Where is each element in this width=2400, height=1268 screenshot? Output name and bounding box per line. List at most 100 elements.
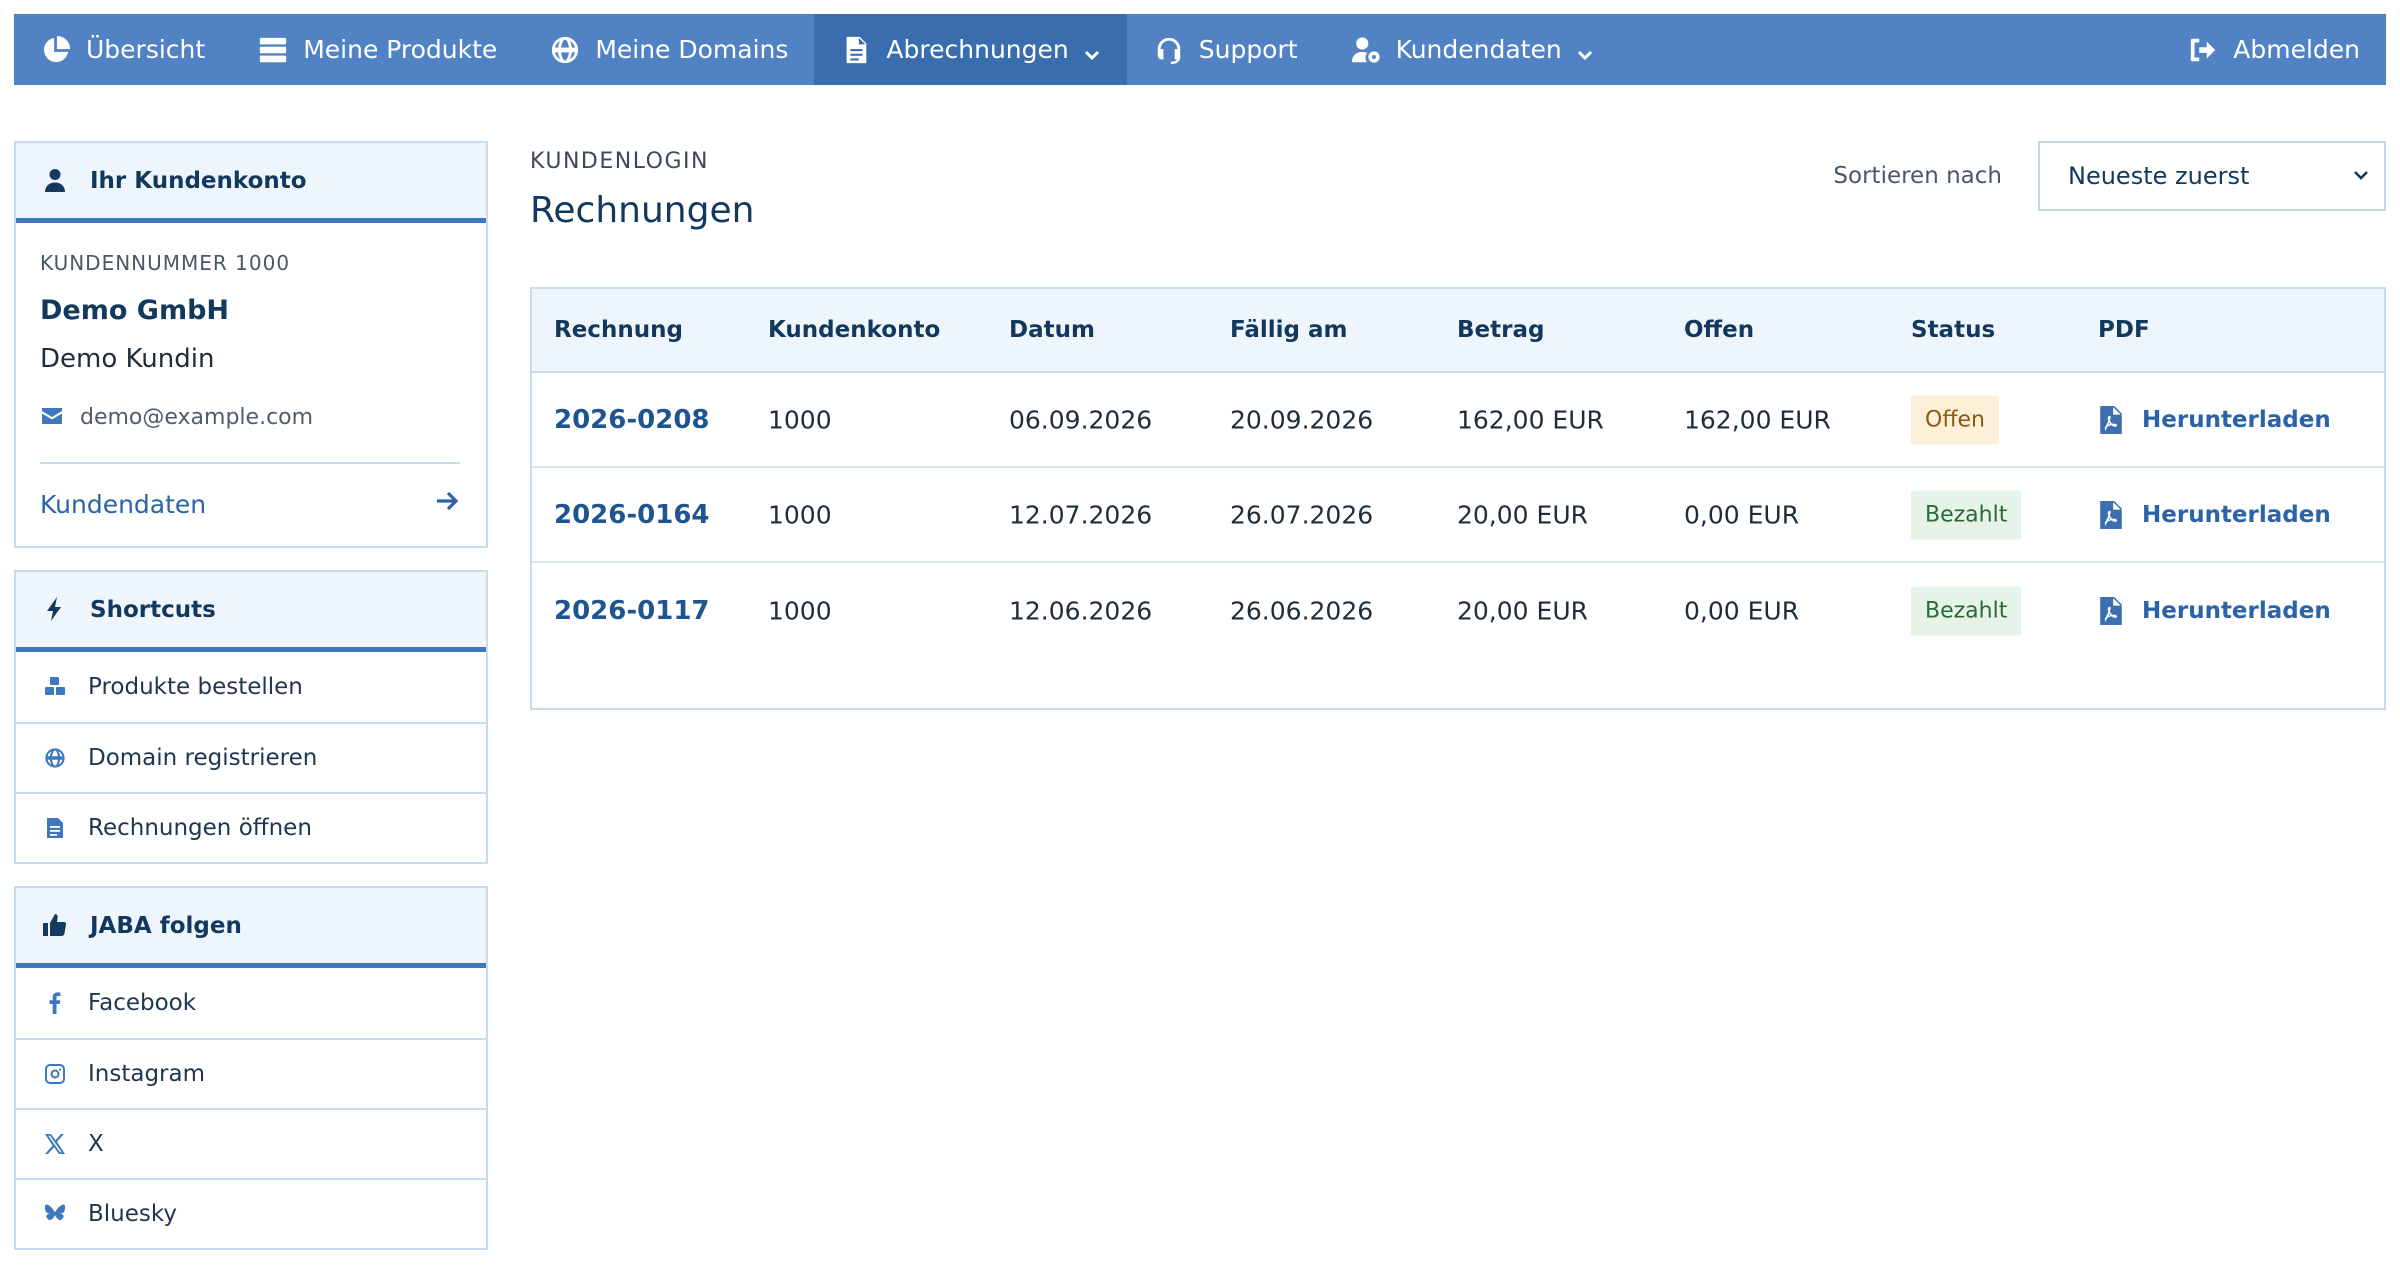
nav-label: Übersicht [86, 35, 206, 64]
header-datum: Datum [1009, 317, 1095, 343]
date-cell: 12.07.2026 [1009, 500, 1153, 529]
sidebar: Ihr Kundenkonto KUNDENNUMMER 1000 Demo G… [14, 141, 488, 1268]
follow-instagram[interactable]: Instagram [16, 1038, 486, 1108]
document-icon [840, 34, 872, 66]
account-card-body: KUNDENNUMMER 1000 Demo GmbH Demo Kundin … [16, 223, 486, 546]
header-offen: Offen [1684, 317, 1755, 343]
nav-label: Support [1198, 35, 1298, 64]
pdf-download-link[interactable]: Herunterladen [2098, 405, 2331, 434]
header-rechnung: Rechnung [554, 317, 683, 343]
pdf-download-link[interactable]: Herunterladen [2098, 596, 2331, 625]
follow-card-header: JABA folgen [16, 888, 486, 968]
due-date-cell: 20.09.2026 [1230, 405, 1374, 434]
invoice-number-link[interactable]: 2026-0208 [554, 405, 710, 435]
shortcut-label: Rechnungen öffnen [88, 815, 312, 841]
user-gear-icon [1350, 34, 1382, 66]
open-amount-cell: 0,00 EUR [1684, 500, 1800, 529]
invoice-number-link[interactable]: 2026-0164 [554, 500, 710, 530]
nav-label: Abrechnungen [886, 35, 1069, 64]
thumbs-up-icon [42, 912, 70, 940]
pie-chart-icon [40, 34, 72, 66]
sign-out-icon [2187, 34, 2219, 66]
shortcut-domain-registrieren[interactable]: Domain registrieren [16, 722, 486, 792]
account-cell: 1000 [768, 596, 832, 625]
nav-item-kundendaten[interactable]: Kundendaten [1324, 14, 1620, 85]
shortcuts-card-header: Shortcuts [16, 572, 486, 652]
sort-selected-value: Neueste zuerst [2068, 162, 2250, 190]
pdf-download-label: Herunterladen [2142, 406, 2331, 433]
pdf-download-link[interactable]: Herunterladen [2098, 500, 2331, 529]
sort-select[interactable]: Neueste zuerst [2038, 141, 2386, 211]
account-cell: 1000 [768, 500, 832, 529]
shortcut-produkte-bestellen[interactable]: Produkte bestellen [16, 652, 486, 722]
table-footer-space [532, 658, 2384, 708]
follow-card-title: JABA folgen [90, 912, 242, 939]
x-logo-icon [42, 1131, 68, 1157]
chevron-down-icon [2352, 162, 2370, 190]
sort-label: Sortieren nach [1833, 163, 2002, 189]
invoice-number-link[interactable]: 2026-0117 [554, 596, 710, 626]
file-pdf-icon [2100, 405, 2122, 434]
nav-label: Meine Produkte [303, 35, 498, 64]
open-amount-cell: 162,00 EUR [1684, 405, 1831, 434]
account-card: Ihr Kundenkonto KUNDENNUMMER 1000 Demo G… [14, 141, 488, 548]
invoice-table: Rechnung Kundenkonto Datum Fällig am Bet… [530, 287, 2386, 710]
status-badge: Bezahlt [1911, 490, 2022, 539]
table-row: 2026-0164 1000 12.07.2026 26.07.2026 20,… [532, 468, 2384, 563]
follow-card: JABA folgen Facebook Instagram X Bluesky [14, 886, 488, 1250]
shortcut-label: Domain registrieren [88, 745, 318, 771]
arrow-right-icon [434, 488, 460, 520]
logout-button[interactable]: Abmelden [2161, 14, 2386, 85]
butterfly-icon [42, 1201, 68, 1227]
globe-icon [42, 745, 68, 771]
shortcut-rechnungen-oeffnen[interactable]: Rechnungen öffnen [16, 792, 486, 862]
follow-x[interactable]: X [16, 1108, 486, 1178]
nav-item-meine-domains[interactable]: Meine Domains [523, 14, 814, 85]
table-header: Rechnung Kundenkonto Datum Fällig am Bet… [532, 289, 2384, 373]
header-faellig-am: Fällig am [1230, 317, 1348, 343]
file-pdf-icon [2100, 596, 2122, 625]
instagram-icon [42, 1061, 68, 1087]
due-date-cell: 26.07.2026 [1230, 500, 1374, 529]
due-date-cell: 26.06.2026 [1230, 596, 1374, 625]
customer-number: KUNDENNUMMER 1000 [40, 251, 291, 275]
kundendaten-link[interactable]: Kundendaten [40, 488, 460, 520]
shortcuts-card: Shortcuts Produkte bestellen Domain regi… [14, 570, 488, 864]
company-name: Demo GmbH [40, 295, 230, 326]
sort-control: Sortieren nach Neueste zuerst [1833, 141, 2386, 211]
table-row: 2026-0117 1000 12.06.2026 26.06.2026 20,… [532, 563, 2384, 658]
logout-label: Abmelden [2233, 35, 2360, 64]
cubes-icon [42, 674, 68, 700]
user-icon [42, 167, 70, 195]
account-cell: 1000 [768, 405, 832, 434]
amount-cell: 20,00 EUR [1457, 500, 1588, 529]
status-badge: Bezahlt [1911, 586, 2022, 635]
nav-item-uebersicht[interactable]: Übersicht [14, 14, 231, 85]
pdf-download-label: Herunterladen [2142, 501, 2331, 528]
nav-item-meine-produkte[interactable]: Meine Produkte [231, 14, 523, 85]
chevron-down-icon [1576, 41, 1594, 60]
nav-label: Meine Domains [595, 35, 789, 64]
follow-facebook[interactable]: Facebook [16, 968, 486, 1038]
envelope-icon [40, 404, 66, 430]
amount-cell: 162,00 EUR [1457, 405, 1604, 434]
headset-icon [1153, 34, 1185, 66]
nav-label: Kundendaten [1395, 35, 1562, 64]
follow-label: Instagram [88, 1061, 206, 1087]
pdf-download-label: Herunterladen [2142, 597, 2331, 624]
header-pdf: PDF [2098, 317, 2150, 343]
table-row: 2026-0208 1000 06.09.2026 20.09.2026 162… [532, 373, 2384, 468]
open-amount-cell: 0,00 EUR [1684, 596, 1800, 625]
follow-bluesky[interactable]: Bluesky [16, 1178, 486, 1248]
top-navigation: Übersicht Meine Produkte Meine Domains A… [14, 14, 2386, 85]
file-pdf-icon [2100, 500, 2122, 529]
nav-item-abrechnungen[interactable]: Abrechnungen [814, 14, 1127, 85]
amount-cell: 20,00 EUR [1457, 596, 1588, 625]
account-card-title: Ihr Kundenkonto [90, 167, 307, 194]
shortcuts-card-title: Shortcuts [90, 596, 216, 623]
follow-label: X [88, 1131, 104, 1157]
nav-item-support[interactable]: Support [1127, 14, 1324, 85]
date-cell: 12.06.2026 [1009, 596, 1153, 625]
status-badge: Offen [1911, 395, 1999, 444]
